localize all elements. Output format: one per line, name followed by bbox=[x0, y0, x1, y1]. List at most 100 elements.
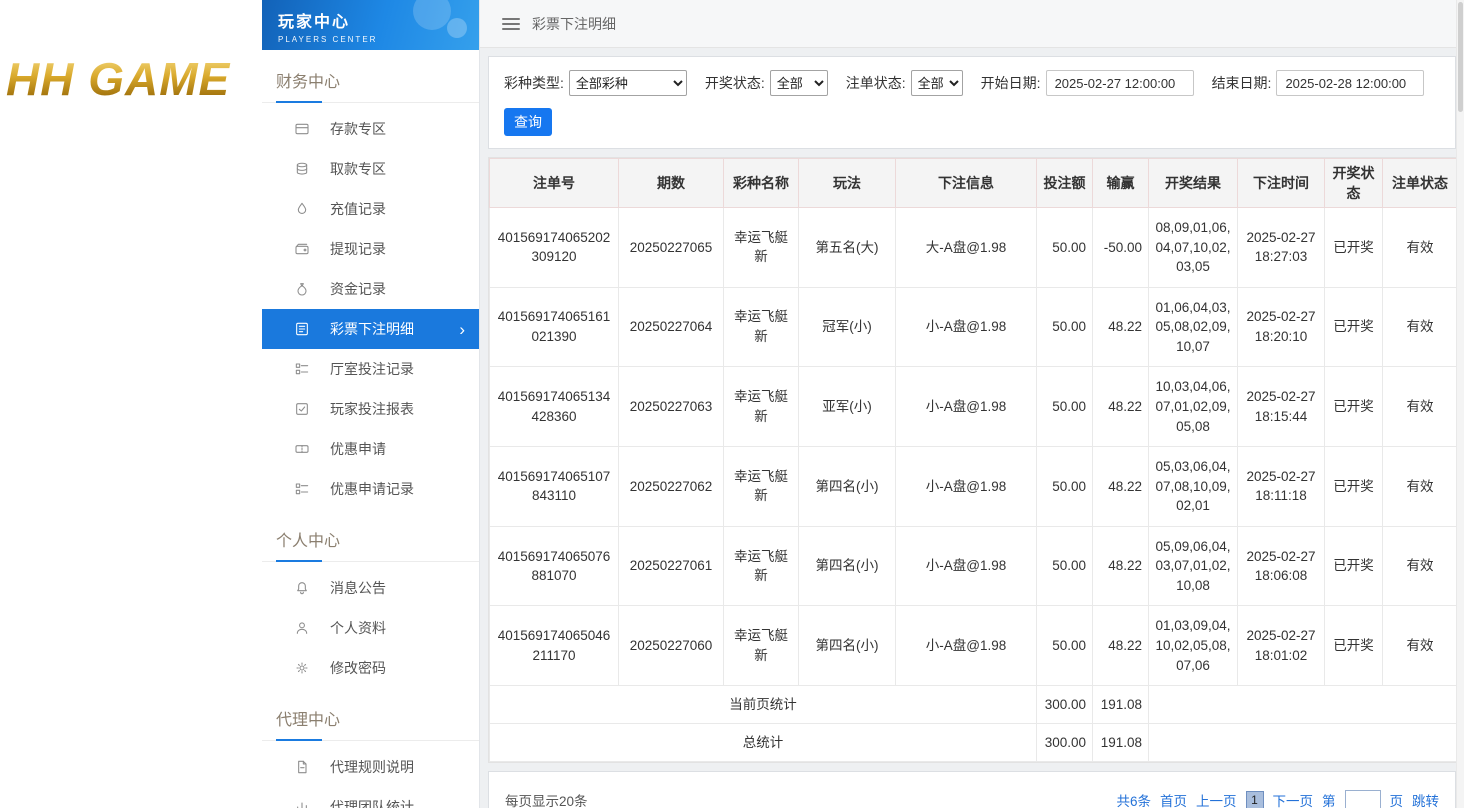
password-icon bbox=[294, 660, 310, 676]
page-title: 彩票下注明细 bbox=[532, 14, 616, 34]
column-header-draw-result: 开奖结果 bbox=[1149, 159, 1238, 208]
page-jump-input[interactable] bbox=[1345, 790, 1381, 808]
summary-win-loss-total: 191.08 bbox=[1093, 686, 1149, 724]
sidebar-item-list: 存款专区取款专区充值记录提现记录资金记录彩票下注明细›厅室投注记录玩家投注报表优… bbox=[262, 103, 479, 509]
cell-bet-id: 401569174065161021390 bbox=[490, 287, 619, 367]
scrollbar-thumb[interactable] bbox=[1458, 2, 1463, 112]
cell-draw-result: 08,09,01,06,04,07,10,02,03,05 bbox=[1149, 208, 1238, 288]
cell-bet-time: 2025-02-27 18:01:02 bbox=[1238, 606, 1325, 686]
cell-win-loss: -50.00 bbox=[1093, 208, 1149, 288]
section-accent-bar bbox=[276, 101, 322, 103]
draw-status-select[interactable]: 全部 bbox=[770, 70, 828, 96]
sidebar-item-announcement[interactable]: 消息公告 bbox=[262, 568, 479, 608]
bets-table: 注单号期数彩种名称玩法下注信息投注额输赢开奖结果下注时间开奖状态注单状态4015… bbox=[489, 158, 1458, 762]
cell-bet-status: 有效 bbox=[1383, 526, 1458, 606]
bet-detail-icon bbox=[294, 321, 310, 337]
start-date-input[interactable] bbox=[1046, 70, 1194, 96]
cell-play: 第五名(大) bbox=[799, 208, 896, 288]
filter-panel: 彩种类型: 全部彩种 开奖状态: 全部 注单状态: 全部 开始日期: 结束日期: bbox=[488, 56, 1456, 149]
cell-bet-status: 有效 bbox=[1383, 208, 1458, 288]
first-page-link[interactable]: 首页 bbox=[1160, 790, 1187, 808]
total-count-label: 共6条 bbox=[1116, 790, 1151, 808]
column-header-bet-info: 下注信息 bbox=[896, 159, 1037, 208]
cell-lottery-name: 幸运飞艇新 bbox=[724, 287, 799, 367]
cell-lottery-name: 幸运飞艇新 bbox=[724, 606, 799, 686]
cell-bet-amount: 50.00 bbox=[1037, 208, 1093, 288]
sidebar-item-agent-stats[interactable]: 代理团队统计 bbox=[262, 787, 479, 808]
cell-draw-status: 已开奖 bbox=[1325, 526, 1383, 606]
cell-bet-amount: 50.00 bbox=[1037, 526, 1093, 606]
table-panel: 注单号期数彩种名称玩法下注信息投注额输赢开奖结果下注时间开奖状态注单状态4015… bbox=[488, 157, 1456, 763]
sidebar-item-label: 取款专区 bbox=[330, 159, 386, 179]
cell-win-loss: 48.22 bbox=[1093, 526, 1149, 606]
current-page-indicator[interactable]: 1 bbox=[1246, 791, 1264, 808]
pagination-controls: 共6条 首页 上一页 1 下一页 第 页 跳转 bbox=[1116, 790, 1439, 808]
cell-play: 第四名(小) bbox=[799, 447, 896, 527]
jump-link[interactable]: 跳转 bbox=[1412, 790, 1439, 808]
cell-issue: 20250227062 bbox=[619, 447, 724, 527]
content: 彩种类型: 全部彩种 开奖状态: 全部 注单状态: 全部 开始日期: 结束日期: bbox=[480, 48, 1464, 808]
cell-bet-info: 大-A盘@1.98 bbox=[896, 208, 1037, 288]
cell-bet-info: 小-A盘@1.98 bbox=[896, 287, 1037, 367]
table-row: 40156917406507688107020250227061幸运飞艇新第四名… bbox=[490, 526, 1458, 606]
end-date-label: 结束日期: bbox=[1212, 73, 1272, 93]
cell-bet-amount: 50.00 bbox=[1037, 447, 1093, 527]
cell-win-loss: 48.22 bbox=[1093, 606, 1149, 686]
cell-play: 第四名(小) bbox=[799, 606, 896, 686]
scrollbar[interactable] bbox=[1456, 0, 1464, 808]
sidebar-item-funds[interactable]: 资金记录 bbox=[262, 269, 479, 309]
sidebar-item-profile[interactable]: 个人资料 bbox=[262, 608, 479, 648]
sidebar-item-deposit[interactable]: 存款专区 bbox=[262, 109, 479, 149]
sidebar-section: 代理中心代理规则说明代理团队统计 bbox=[262, 702, 479, 808]
sidebar-menu: 财务中心存款专区取款专区充值记录提现记录资金记录彩票下注明细›厅室投注记录玩家投… bbox=[262, 64, 479, 808]
menu-toggle-icon[interactable] bbox=[502, 18, 520, 30]
agent-stats-icon bbox=[294, 799, 310, 808]
hall-record-icon bbox=[294, 361, 310, 377]
table-row: 40156917406504621117020250227060幸运飞艇新第四名… bbox=[490, 606, 1458, 686]
sidebar-item-agent-rules[interactable]: 代理规则说明 bbox=[262, 747, 479, 787]
sidebar-item-withdraw[interactable]: 取款专区 bbox=[262, 149, 479, 189]
sidebar-item-label: 存款专区 bbox=[330, 119, 386, 139]
sidebar-item-recharge[interactable]: 充值记录 bbox=[262, 189, 479, 229]
cell-issue: 20250227064 bbox=[619, 287, 724, 367]
cell-bet-time: 2025-02-27 18:20:10 bbox=[1238, 287, 1325, 367]
cell-win-loss: 48.22 bbox=[1093, 287, 1149, 367]
sidebar-item-bet-detail[interactable]: 彩票下注明细› bbox=[262, 309, 479, 349]
sidebar-item-bet-report[interactable]: 玩家投注报表 bbox=[262, 389, 479, 429]
sidebar-item-password[interactable]: 修改密码 bbox=[262, 648, 479, 688]
cell-bet-time: 2025-02-27 18:27:03 bbox=[1238, 208, 1325, 288]
cell-bet-time: 2025-02-27 18:06:08 bbox=[1238, 526, 1325, 606]
sidebar-item-promo[interactable]: 优惠申请 bbox=[262, 429, 479, 469]
query-button[interactable]: 查询 bbox=[504, 108, 552, 136]
app: HH GAME 玩家中心 PLAYERS CENTER 财务中心存款专区取款专区… bbox=[0, 0, 1464, 808]
sidebar: 玩家中心 PLAYERS CENTER 财务中心存款专区取款专区充值记录提现记录… bbox=[262, 0, 480, 808]
cell-bet-id: 401569174065107843110 bbox=[490, 447, 619, 527]
deposit-icon bbox=[294, 121, 310, 137]
sidebar-item-label: 优惠申请 bbox=[330, 439, 386, 459]
agent-rules-icon bbox=[294, 759, 310, 775]
sidebar-item-label: 充值记录 bbox=[330, 199, 386, 219]
next-page-link[interactable]: 下一页 bbox=[1273, 790, 1314, 808]
sidebar-item-cashout[interactable]: 提现记录 bbox=[262, 229, 479, 269]
sidebar-item-label: 修改密码 bbox=[330, 658, 386, 678]
cell-win-loss: 48.22 bbox=[1093, 447, 1149, 527]
cell-bet-time: 2025-02-27 18:11:18 bbox=[1238, 447, 1325, 527]
cell-bet-id: 401569174065202309120 bbox=[490, 208, 619, 288]
cashout-icon bbox=[294, 241, 310, 257]
sidebar-item-label: 提现记录 bbox=[330, 239, 386, 259]
cell-bet-status: 有效 bbox=[1383, 606, 1458, 686]
summary-row: 总统计300.00191.08 bbox=[490, 724, 1458, 762]
sidebar-item-promo-record[interactable]: 优惠申请记录 bbox=[262, 469, 479, 509]
column-header-issue: 期数 bbox=[619, 159, 724, 208]
bet-status-select[interactable]: 全部 bbox=[911, 70, 963, 96]
cell-issue: 20250227065 bbox=[619, 208, 724, 288]
sidebar-item-hall-record[interactable]: 厅室投注记录 bbox=[262, 349, 479, 389]
end-date-input[interactable] bbox=[1276, 70, 1424, 96]
table-row: 40156917406510784311020250227062幸运飞艇新第四名… bbox=[490, 447, 1458, 527]
column-header-bet-time: 下注时间 bbox=[1238, 159, 1325, 208]
promo-icon bbox=[294, 441, 310, 457]
promo-record-icon bbox=[294, 481, 310, 497]
prev-page-link[interactable]: 上一页 bbox=[1196, 790, 1237, 808]
lottery-type-select[interactable]: 全部彩种 bbox=[569, 70, 687, 96]
summary-empty bbox=[1149, 724, 1458, 762]
